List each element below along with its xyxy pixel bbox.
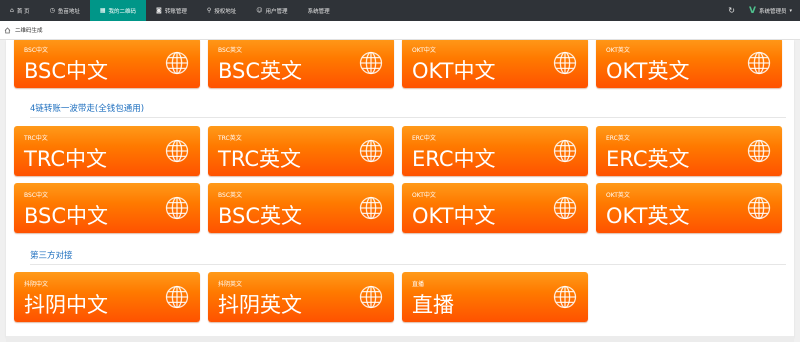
globe-icon [747,196,771,220]
qrcode-button-okt-en[interactable]: OKT英文 OKT英文 [596,40,782,88]
chevron-down-icon: ▾ [789,7,792,14]
nav-item-label: 鱼苗地址 [57,8,80,15]
globe-icon [747,51,771,75]
button-small-label: BSC英文 [218,192,243,199]
button-big-label: BSC中文 [24,204,109,228]
nav-item-label: 转账管理 [164,8,187,15]
globe-icon [553,196,577,220]
nav-item-system-management[interactable]: 系统管理 [298,0,340,21]
button-small-label: ERC中文 [412,135,436,142]
button-small-label: BSC中文 [24,47,49,54]
qrcode-button-okt-cn[interactable]: OKT中文 OKT中文 [402,40,588,88]
qrcode-button-bsc-en[interactable]: BSC英文 BSC英文 [208,40,394,88]
button-small-label: BSC中文 [24,192,49,199]
button-small-label: TRC英文 [218,135,242,142]
user-icon: ☺ [256,6,263,14]
globe-icon [359,51,383,75]
section-divider [30,117,786,118]
qrcode-button-douyin-en[interactable]: 抖阴英文 抖阴英文 [208,272,394,322]
nav-item-authorized-address[interactable]: ⚲ 授权地址 [197,0,246,21]
nav-item-my-qrcode[interactable]: ▦ 我的二维码 [89,0,147,21]
section-title-4-chain: 4链转账一波带走(全钱包通用) [30,104,145,114]
button-big-label: OKT中文 [412,59,496,83]
qrcode-button-okt-en-2[interactable]: OKT英文 OKT英文 [596,183,782,233]
button-big-label: ERC英文 [606,147,690,171]
breadcrumb: 二维码生成 [0,21,800,40]
button-small-label: OKT中文 [412,47,436,54]
qrcode-panel: BSC中文 BSC中文 BSC英文 BSC英文 OKT中文 OKT中文 OKT英… [6,40,794,337]
qrcode-button-trc-cn[interactable]: TRC中文 TRC中文 [14,126,200,176]
qrcode-button-live[interactable]: 直播 直播 [402,272,588,322]
button-big-label: OKT英文 [606,204,690,228]
qrcode-button-trc-en[interactable]: TRC英文 TRC英文 [208,126,394,176]
globe-icon [165,196,189,220]
qrcode-button-okt-cn-2[interactable]: OKT中文 OKT中文 [402,183,588,233]
button-big-label: 抖阴中文 [24,293,108,317]
button-small-label: TRC中文 [24,135,48,142]
qrcode-icon: ▦ [99,6,106,14]
button-small-label: 直播 [412,281,425,288]
nav-item-label: 系统管理 [307,8,330,15]
button-small-label: OKT英文 [606,192,630,199]
globe-icon [553,139,577,163]
admin-label: 系统管理员 [758,8,787,15]
breadcrumb-home-icon[interactable] [0,26,15,34]
globe-icon [359,139,383,163]
button-small-label: 抖阴中文 [24,281,49,288]
qrcode-button-erc-en[interactable]: ERC英文 ERC英文 [596,126,782,176]
button-big-label: OKT英文 [606,59,690,83]
globe-icon [165,139,189,163]
vue-logo-icon: V [749,5,756,16]
button-small-label: OKT中文 [412,192,436,199]
nav-item-fish-address[interactable]: ◷ 鱼苗地址 [40,0,90,21]
button-big-label: 直播 [412,293,454,317]
button-big-label: ERC中文 [412,147,496,171]
button-small-label: OKT英文 [606,47,630,54]
qrcode-button-erc-cn[interactable]: ERC中文 ERC中文 [402,126,588,176]
nav-item-label: 首 页 [16,8,30,15]
button-big-label: 抖阴英文 [218,293,302,317]
globe-icon [747,139,771,163]
top-nav: ⌂ 首 页 ◷ 鱼苗地址 ▦ 我的二维码 ◙ 转账管理 ⚲ 授权地址 ☺ 用户管… [0,0,800,21]
globe-icon [553,285,577,309]
panel-bottom-strip [6,336,794,342]
button-big-label: TRC中文 [24,147,108,171]
button-big-label: BSC英文 [218,59,303,83]
nav-item-label: 授权地址 [214,8,237,15]
button-small-label: 抖阴英文 [218,281,243,288]
globe-icon [553,51,577,75]
button-big-label: BSC英文 [218,204,303,228]
nav-item-home[interactable]: ⌂ 首 页 [0,0,40,21]
refresh-icon[interactable]: ↻ [720,6,743,15]
clock-icon: ◷ [49,6,55,14]
globe-icon [359,196,383,220]
transfer-icon: ◙ [156,6,162,14]
nav-item-transfer[interactable]: ◙ 转账管理 [146,0,197,21]
qrcode-button-douyin-cn[interactable]: 抖阴中文 抖阴中文 [14,272,200,322]
nav-item-user-management[interactable]: ☺ 用户管理 [246,0,297,21]
button-small-label: ERC英文 [606,135,630,142]
home-icon: ⌂ [10,6,14,14]
qrcode-button-bsc-en-2[interactable]: BSC英文 BSC英文 [208,183,394,233]
admin-menu[interactable]: V 系统管理员 ▾ [749,6,792,16]
button-big-label: BSC中文 [24,59,109,83]
button-big-label: TRC英文 [218,147,302,171]
nav-right: ↻ V 系统管理员 ▾ [720,0,800,21]
qrcode-button-bsc-cn-2[interactable]: BSC中文 BSC中文 [14,183,200,233]
globe-icon [165,285,189,309]
section-title-third-party: 第三方对接 [30,251,73,261]
breadcrumb-current[interactable]: 二维码生成 [15,26,43,34]
globe-icon [165,51,189,75]
globe-icon [359,285,383,309]
section-divider [30,264,786,265]
qrcode-button-bsc-cn[interactable]: BSC中文 BSC中文 [14,40,200,88]
location-icon: ⚲ [206,6,212,14]
nav-item-label: 用户管理 [265,8,288,15]
button-small-label: BSC英文 [218,47,243,54]
button-big-label: OKT中文 [412,204,496,228]
nav-item-label: 我的二维码 [108,8,137,15]
